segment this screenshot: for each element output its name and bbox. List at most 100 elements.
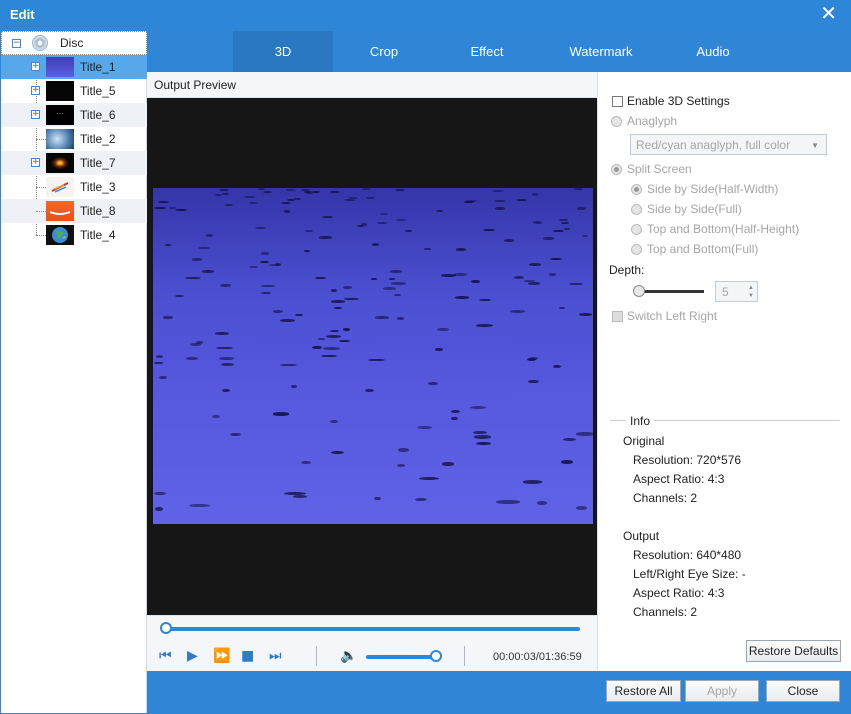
water-ripple	[528, 282, 540, 285]
spin-up-icon[interactable]: ▲	[748, 285, 754, 291]
stop-icon[interactable]: ■	[241, 649, 254, 663]
anaglyph-dropdown[interactable]: Red/cyan anaglyph, full color ▼	[630, 134, 827, 155]
water-ripple	[549, 257, 563, 260]
water-ripple	[582, 234, 589, 237]
top-bottom-half-radio[interactable]	[631, 224, 642, 235]
play-icon[interactable]: ▶	[187, 649, 198, 663]
water-ripple	[522, 480, 543, 484]
tab-3d[interactable]: 3D	[233, 31, 333, 72]
water-ripple	[383, 287, 396, 290]
tree-item-title-7[interactable]: + Title_7	[1, 151, 147, 175]
tab-audio[interactable]: Audio	[663, 31, 763, 72]
split-option-label: Side by Side(Half-Width)	[647, 182, 779, 196]
volume-handle[interactable]	[430, 650, 442, 662]
tree-item-title-5[interactable]: + Title_5	[1, 79, 147, 103]
close-icon[interactable]: ✕	[820, 4, 837, 24]
side-by-side-half-radio[interactable]	[631, 184, 642, 195]
anaglyph-dropdown-value: Red/cyan anaglyph, full color	[636, 138, 791, 152]
tab-watermark[interactable]: Watermark	[551, 31, 651, 72]
tree-item-title-8[interactable]: Title_8	[1, 199, 147, 223]
volume-slider[interactable]	[366, 655, 436, 659]
anaglyph-radio[interactable]	[611, 116, 622, 127]
volume-icon[interactable]: 🔈	[340, 649, 357, 663]
restore-all-button[interactable]: Restore All	[606, 680, 681, 702]
water-ripple	[389, 270, 402, 273]
next-icon[interactable]: ⏭	[269, 649, 282, 663]
tree-item-label: Title_6	[80, 108, 116, 122]
title-5-thumbnail	[46, 81, 74, 101]
tree-item-title-6[interactable]: + ··· Title_6	[1, 103, 147, 127]
water-ripple	[560, 460, 574, 464]
water-ripple	[283, 491, 306, 496]
split-screen-radio[interactable]	[611, 164, 622, 175]
apply-button[interactable]: Apply	[685, 680, 759, 702]
water-ripple	[482, 228, 495, 231]
water-ripple	[295, 313, 303, 317]
tab-effect[interactable]: Effect	[437, 31, 537, 72]
depth-value: 5	[722, 285, 729, 299]
video-frame	[153, 188, 593, 524]
water-ripple	[575, 505, 588, 510]
tree-item-title-2[interactable]: Title_2	[1, 127, 147, 151]
water-ripple	[280, 202, 291, 205]
water-ripple	[476, 324, 493, 328]
expand-icon[interactable]: +	[31, 158, 40, 167]
water-ripple	[533, 221, 543, 224]
water-ripple	[304, 230, 313, 233]
water-ripple	[191, 258, 203, 261]
top-bottom-full-radio[interactable]	[631, 244, 642, 255]
restore-defaults-button[interactable]: Restore Defaults	[746, 640, 841, 662]
water-ripple	[185, 276, 201, 280]
enable-3d-checkbox[interactable]	[612, 96, 623, 107]
tree-item-title-3[interactable]: Title_3	[1, 175, 147, 199]
water-ripple	[560, 221, 569, 224]
spin-down-icon[interactable]: ▼	[748, 293, 754, 299]
water-ripple	[154, 206, 166, 210]
water-ripple	[221, 388, 230, 392]
tree-item-title-4[interactable]: Title_4	[1, 223, 147, 247]
close-button[interactable]: Close	[766, 680, 840, 702]
disc-label: Disc	[60, 36, 84, 50]
water-ripple	[474, 435, 492, 439]
tree-connector	[36, 187, 46, 188]
water-ripple	[260, 252, 269, 255]
title-3-thumbnail	[46, 177, 74, 197]
enable-3d-label: Enable 3D Settings	[627, 94, 730, 108]
side-by-side-full-radio[interactable]	[631, 204, 642, 215]
water-ripple	[437, 328, 449, 332]
expand-icon[interactable]: +	[31, 110, 40, 119]
water-ripple	[304, 190, 313, 193]
water-ripple	[219, 357, 234, 361]
water-ripple	[263, 191, 273, 194]
previous-icon[interactable]: ⏮	[159, 649, 172, 663]
collapse-icon[interactable]: −	[12, 39, 21, 48]
water-ripple	[470, 280, 480, 283]
water-ripple	[475, 441, 492, 445]
water-ripple	[435, 209, 444, 213]
preview-header: Output Preview	[147, 72, 597, 98]
water-ripple	[360, 223, 368, 226]
water-ripple	[513, 276, 524, 279]
water-ripple	[553, 229, 564, 233]
water-ripple	[576, 432, 593, 436]
wave-icon	[49, 211, 71, 215]
water-ripple	[374, 316, 390, 319]
tree-disc-row[interactable]: − Disc	[1, 31, 147, 55]
water-ripple	[451, 409, 461, 413]
water-ripple	[564, 227, 571, 231]
depth-handle[interactable]	[633, 285, 645, 297]
expand-icon[interactable]: +	[31, 62, 40, 71]
depth-spinbox[interactable]: 5 ▲ ▼	[715, 281, 758, 302]
seek-handle[interactable]	[160, 622, 172, 634]
fast-forward-icon[interactable]: ⏩	[213, 649, 230, 663]
expand-icon[interactable]: +	[31, 86, 40, 95]
title-7-thumbnail	[46, 153, 74, 173]
water-ripple	[395, 189, 406, 192]
seek-bar[interactable]	[165, 627, 580, 631]
water-ripple	[454, 273, 468, 276]
tab-crop[interactable]: Crop	[334, 31, 434, 72]
switch-left-right-checkbox[interactable]	[612, 311, 623, 322]
globe-icon	[52, 227, 68, 243]
tree-item-title-1[interactable]: + Title_1	[1, 55, 147, 79]
water-ripple	[280, 319, 296, 322]
